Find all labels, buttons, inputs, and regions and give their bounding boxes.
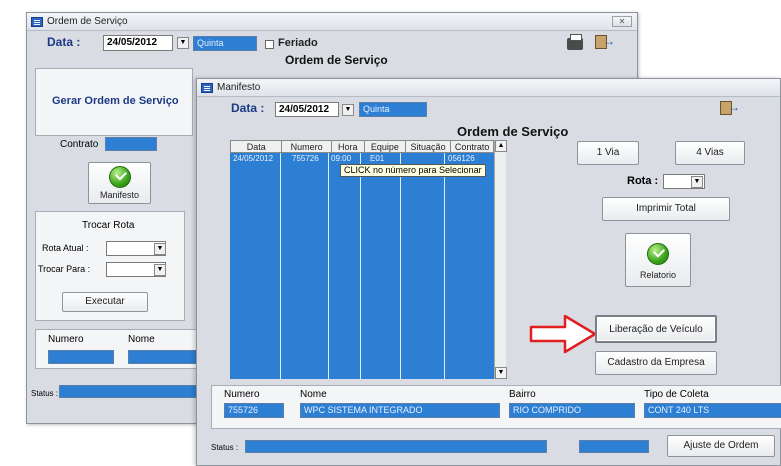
nome-label: Nome xyxy=(300,389,327,400)
status-label: Status : xyxy=(211,443,239,452)
os-grid-body[interactable]: 24/05/2012 755726 09:00 E01 056126 CLICK… xyxy=(230,153,494,379)
check-icon xyxy=(647,243,669,265)
tipo-coleta-label: Tipo de Coleta xyxy=(644,389,709,400)
date-field[interactable]: 24/05/2012 xyxy=(103,35,173,51)
cell-equipe[interactable]: E01 xyxy=(370,154,384,163)
back-heading: Ordem de Serviço xyxy=(285,53,388,67)
numero-label: Numero xyxy=(48,334,84,345)
chevron-down-icon[interactable]: ▼ xyxy=(342,104,354,116)
chevron-down-icon[interactable]: ▼ xyxy=(154,243,166,255)
nome-field[interactable] xyxy=(128,350,206,364)
grid-divider xyxy=(400,153,401,379)
numero-label: Numero xyxy=(224,389,260,400)
close-button[interactable]: ✕ xyxy=(612,16,632,27)
weekday-field: Quinta xyxy=(359,102,427,117)
bairro-label: Bairro xyxy=(509,389,536,400)
chevron-down-icon[interactable]: ▼ xyxy=(154,264,166,276)
grid-divider xyxy=(444,153,445,379)
window-title: Ordem de Serviço xyxy=(47,16,128,27)
feriado-checkbox[interactable] xyxy=(265,40,274,49)
feriado-label: Feriado xyxy=(278,37,318,49)
tipo-coleta-field[interactable]: CONT 240 LTS xyxy=(644,403,781,418)
trocar-para-label: Trocar Para : xyxy=(38,264,91,274)
grid-heading: Ordem de Serviço xyxy=(457,124,569,139)
manifesto-window: Manifesto Data : 24/05/2012 ▼ Quinta Ord… xyxy=(196,78,781,466)
window-app-icon xyxy=(201,82,213,93)
gerar-ordem-button[interactable]: Gerar Ordem de Serviço xyxy=(52,95,179,107)
chevron-down-icon[interactable]: ▼ xyxy=(177,37,189,49)
status-field xyxy=(59,385,199,398)
cell-contrato[interactable]: 056126 xyxy=(448,154,475,163)
window-app-icon xyxy=(31,16,43,27)
cadastro-empresa-button[interactable]: Cadastro da Empresa xyxy=(595,351,717,375)
exit-icon[interactable] xyxy=(595,34,615,49)
date-field[interactable]: 24/05/2012 xyxy=(275,102,339,117)
cell-numero[interactable]: 755726 xyxy=(292,154,319,163)
cell-data[interactable]: 24/05/2012 xyxy=(233,154,273,163)
grid-divider xyxy=(328,153,329,379)
relatorio-label: Relatorio xyxy=(639,270,677,280)
manifesto-button[interactable]: Manifesto xyxy=(88,162,151,204)
grid-divider xyxy=(280,153,281,379)
bottom-info-panel: Numero Nome Bairro Tipo de Coleta 755726… xyxy=(211,385,781,429)
weekday-field: Quinta xyxy=(193,36,257,51)
trocar-rota-panel: Trocar Rota Rota Atual : ▼ Trocar Para :… xyxy=(35,211,185,321)
data-label: Data : xyxy=(231,101,265,115)
rota-label: Rota : xyxy=(627,175,659,187)
col-contrato[interactable]: Contrato xyxy=(450,140,494,153)
liberacao-veiculo-button[interactable]: Liberação de Veículo xyxy=(595,315,717,343)
manifesto-label: Manifesto xyxy=(99,190,140,200)
nome-label: Nome xyxy=(128,334,155,345)
bottom-info-panel: Numero Nome xyxy=(35,329,206,369)
status-aux-field xyxy=(579,440,649,453)
col-data[interactable]: Data xyxy=(229,140,283,153)
os-grid-header: Data Numero Hora Equipe Situação Contrat… xyxy=(229,140,494,153)
rota-atual-label: Rota Atual : xyxy=(42,243,89,253)
numero-field[interactable]: 755726 xyxy=(224,403,284,418)
printer-icon[interactable] xyxy=(567,34,583,50)
grid-tooltip: CLICK no número para Selecionar xyxy=(340,164,486,177)
col-numero[interactable]: Numero xyxy=(281,140,332,153)
ajuste-ordem-button[interactable]: Ajuste de Ordem xyxy=(667,435,775,457)
via1-button[interactable]: 1 Via xyxy=(577,141,639,165)
ordem-servico-titlebar: Ordem de Serviço xyxy=(27,13,637,31)
exit-icon[interactable] xyxy=(720,100,740,115)
contrato-label: Contrato xyxy=(60,139,99,150)
col-situacao[interactable]: Situação xyxy=(404,140,452,153)
trocar-rota-title: Trocar Rota xyxy=(82,220,135,231)
red-arrow-annotation xyxy=(529,314,597,354)
scroll-down-icon[interactable]: ▼ xyxy=(495,367,507,379)
numero-field[interactable] xyxy=(48,350,114,364)
chevron-down-icon[interactable]: ▼ xyxy=(691,176,703,188)
check-icon xyxy=(108,166,131,188)
cell-hora[interactable]: 09:00 xyxy=(331,154,351,163)
status-field xyxy=(245,440,547,453)
via4-button[interactable]: 4 Vias xyxy=(675,141,745,165)
nome-field[interactable]: WPC SISTEMA INTEGRADO xyxy=(300,403,500,418)
gerar-panel: Gerar Ordem de Serviço xyxy=(35,68,193,136)
bairro-field[interactable]: RIO COMPRIDO xyxy=(509,403,635,418)
window-title: Manifesto xyxy=(217,82,261,93)
status-label: Status : xyxy=(31,389,59,398)
grid-divider xyxy=(360,153,361,379)
grid-scrollbar[interactable]: ▲ ▼ xyxy=(494,140,507,379)
data-label: Data : xyxy=(47,35,81,49)
executar-button[interactable]: Executar xyxy=(62,292,148,312)
scroll-up-icon[interactable]: ▲ xyxy=(495,140,507,152)
col-hora[interactable]: Hora xyxy=(330,140,365,153)
imprimir-total-button[interactable]: Imprimir Total xyxy=(602,197,730,221)
manifesto-titlebar: Manifesto xyxy=(197,79,780,97)
relatorio-button[interactable]: Relatorio xyxy=(625,233,691,287)
col-equipe[interactable]: Equipe xyxy=(363,140,406,153)
contrato-field[interactable] xyxy=(105,137,157,151)
